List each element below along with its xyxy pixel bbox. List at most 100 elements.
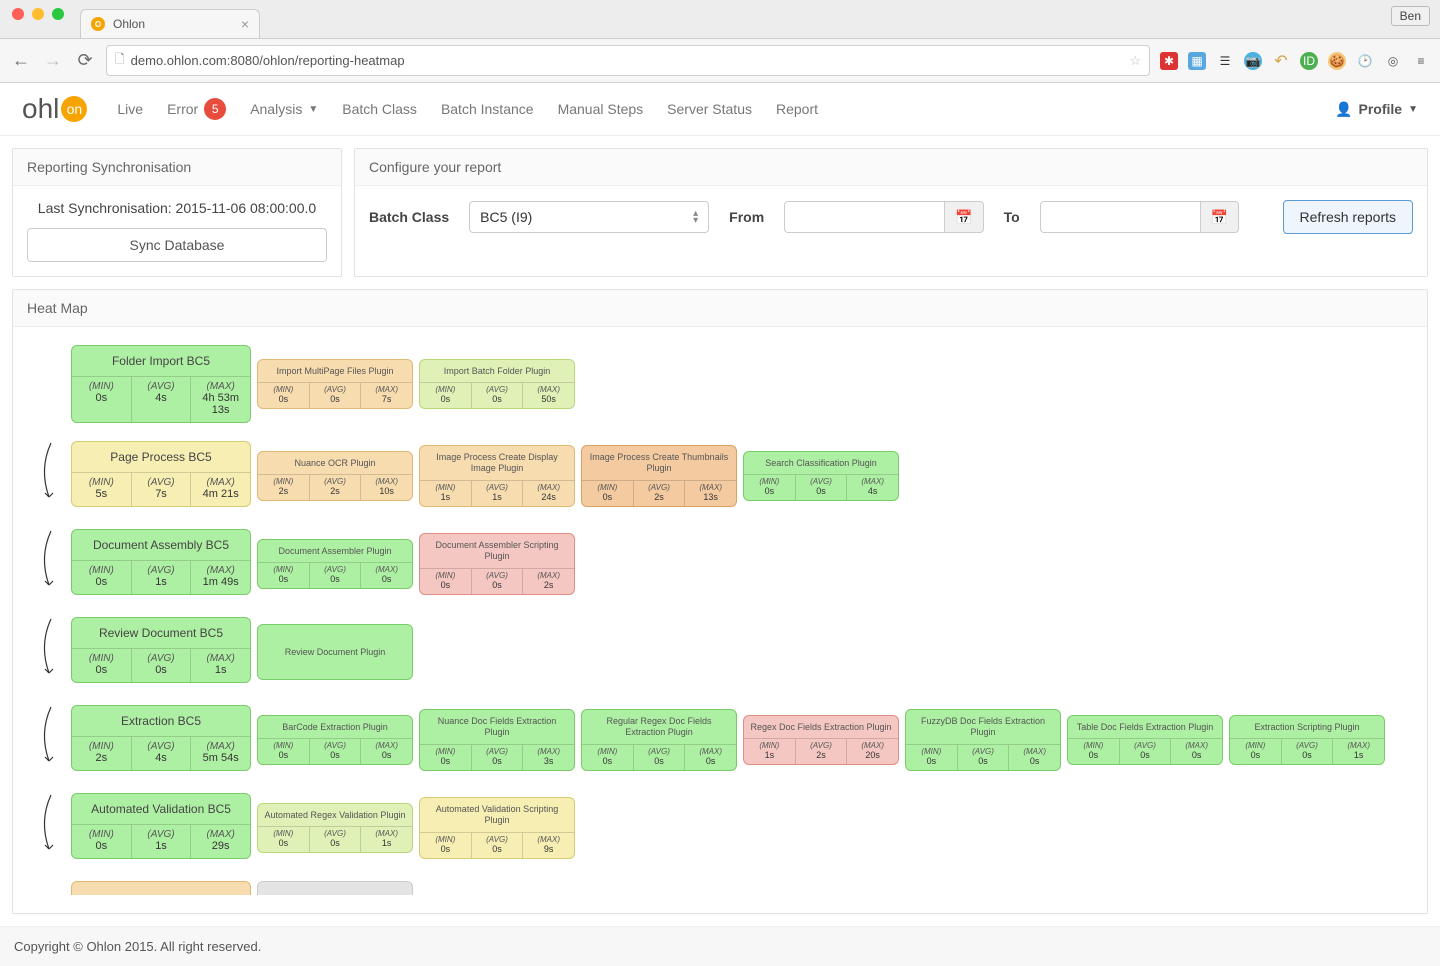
tab-close-icon[interactable]: × xyxy=(241,16,249,32)
from-date-input[interactable] xyxy=(784,201,944,233)
stage-title: Extraction BC5 xyxy=(72,706,250,736)
nav-live[interactable]: Live xyxy=(117,98,143,120)
site-info-icon[interactable]: 🗋 xyxy=(115,50,125,71)
stage-card[interactable]: Page Process BC5 (MIN)5s (AVG)7s (MAX)4m… xyxy=(71,441,251,507)
sync-panel-title: Reporting Synchronisation xyxy=(13,149,341,186)
plugin-card[interactable]: Review Document Plugin xyxy=(257,624,413,680)
plugin-card[interactable]: Image Process Create Display Image Plugi… xyxy=(419,445,575,507)
plugin-title: Review Document Plugin xyxy=(281,641,390,664)
plugin-card[interactable]: Automated Regex Validation Plugin (MIN)0… xyxy=(257,803,413,854)
plugin-card[interactable]: Table Doc Fields Extraction Plugin (MIN)… xyxy=(1067,715,1223,766)
bookmark-star-icon[interactable]: ☆ xyxy=(1129,53,1141,69)
caret-down-icon: ▼ xyxy=(308,104,318,115)
plugin-card[interactable]: Nuance Doc Fields Extraction Plugin (MIN… xyxy=(419,709,575,771)
plugin-title: Nuance Doc Fields Extraction Plugin xyxy=(420,710,574,744)
nav-server-status[interactable]: Server Status xyxy=(667,98,752,120)
window-close-icon[interactable] xyxy=(12,8,24,20)
nav-batch-class[interactable]: Batch Class xyxy=(342,98,417,120)
calendar-icon: 📅 xyxy=(1211,209,1228,226)
nav-reload-icon[interactable]: ⟳ xyxy=(74,50,96,71)
browser-chrome: O Ohlon × Ben ← → ⟳ 🗋 demo.ohlon.com:808… xyxy=(0,0,1440,83)
plugin-title: Import MultiPage Files Plugin xyxy=(258,360,412,383)
brand-logo[interactable]: ohlon xyxy=(22,93,87,125)
favicon-icon: O xyxy=(91,17,105,31)
config-panel-title: Configure your report xyxy=(355,149,1427,186)
nav-error[interactable]: Error 5 xyxy=(167,98,226,120)
nav-report[interactable]: Report xyxy=(776,98,818,120)
plugin-title: Automated Validation Scripting Plugin xyxy=(420,798,574,832)
stage-card[interactable]: Automated Validation BC5 (MIN)0s (AVG)1s… xyxy=(71,793,251,859)
nav-analysis-label: Analysis xyxy=(250,101,302,117)
stage-card[interactable]: Review Document BC5 (MIN)0s (AVG)0s (MAX… xyxy=(71,617,251,683)
extension-icon[interactable]: ◎ xyxy=(1384,52,1402,70)
url-text: demo.ohlon.com:8080/ohlon/reporting-heat… xyxy=(131,53,405,68)
plugin-title: Document Assembler Scripting Plugin xyxy=(420,534,574,568)
flow-arrow-icon xyxy=(37,793,65,863)
stage-card[interactable]: Folder Import BC5 (MIN)0s (AVG)4s (MAX)4… xyxy=(71,345,251,423)
plugin-card[interactable]: Import Batch Folder Plugin (MIN)0s (AVG)… xyxy=(419,359,575,410)
stage-title: Automated Validation BC5 xyxy=(72,794,250,824)
browser-tab[interactable]: O Ohlon × xyxy=(80,9,260,38)
plugin-card[interactable]: Import MultiPage Files Plugin (MIN)0s (A… xyxy=(257,359,413,410)
extension-icon[interactable]: ✱ xyxy=(1160,52,1178,70)
flow-arrow-icon xyxy=(37,441,65,511)
user-icon: 👤 xyxy=(1335,101,1352,118)
caret-down-icon: ▼ xyxy=(1408,104,1418,115)
heatmap-row-partial xyxy=(37,881,1417,895)
plugin-card[interactable]: Regex Doc Fields Extraction Plugin (MIN)… xyxy=(743,715,899,766)
nav-back-icon[interactable]: ← xyxy=(10,50,32,71)
plugin-title: Search Classification Plugin xyxy=(744,452,898,475)
chrome-profile-badge[interactable]: Ben xyxy=(1391,6,1430,26)
profile-label: Profile xyxy=(1359,101,1403,117)
plugin-card[interactable]: Regular Regex Doc Fields Extraction Plug… xyxy=(581,709,737,771)
extension-icon[interactable]: 🍪 xyxy=(1328,52,1346,70)
plugin-card[interactable]: Automated Validation Scripting Plugin (M… xyxy=(419,797,575,859)
plugin-card[interactable]: BarCode Extraction Plugin (MIN)0s (AVG)0… xyxy=(257,715,413,766)
plugin-card[interactable]: Document Assembler Scripting Plugin (MIN… xyxy=(419,533,575,595)
heatmap-row: Automated Validation BC5 (MIN)0s (AVG)1s… xyxy=(37,793,1417,863)
sync-database-button[interactable]: Sync Database xyxy=(27,228,327,262)
extension-icon[interactable]: 📷 xyxy=(1244,52,1262,70)
window-minimize-icon[interactable] xyxy=(32,8,44,20)
plugin-title: Document Assembler Plugin xyxy=(258,540,412,563)
extension-icon[interactable]: ▦ xyxy=(1188,52,1206,70)
plugin-card[interactable] xyxy=(257,881,413,895)
stage-card[interactable]: Document Assembly BC5 (MIN)0s (AVG)1s (M… xyxy=(71,529,251,595)
nav-manual-steps[interactable]: Manual Steps xyxy=(558,98,644,120)
extension-icon[interactable]: ID xyxy=(1300,52,1318,70)
plugin-card[interactable]: FuzzyDB Doc Fields Extraction Plugin (MI… xyxy=(905,709,1061,771)
plugin-title: FuzzyDB Doc Fields Extraction Plugin xyxy=(906,710,1060,744)
plugin-card[interactable]: Extraction Scripting Plugin (MIN)0s (AVG… xyxy=(1229,715,1385,766)
select-arrows-icon: ▴▾ xyxy=(693,210,698,224)
heatmap-row: Page Process BC5 (MIN)5s (AVG)7s (MAX)4m… xyxy=(37,441,1417,511)
batch-class-select[interactable]: BC5 (I9) ▴▾ xyxy=(469,201,709,233)
from-label: From xyxy=(729,209,764,225)
stage-card[interactable] xyxy=(71,881,251,895)
address-bar[interactable]: 🗋 demo.ohlon.com:8080/ohlon/reporting-he… xyxy=(106,45,1150,76)
plugin-card[interactable]: Search Classification Plugin (MIN)0s (AV… xyxy=(743,451,899,502)
plugin-card[interactable]: Nuance OCR Plugin (MIN)2s (AVG)2s (MAX)1… xyxy=(257,451,413,502)
window-zoom-icon[interactable] xyxy=(52,8,64,20)
to-date-input[interactable] xyxy=(1040,201,1200,233)
flow-arrow-icon xyxy=(37,529,65,599)
nav-analysis[interactable]: Analysis ▼ xyxy=(250,98,318,120)
hamburger-menu-icon[interactable]: ≡ xyxy=(1412,52,1430,70)
extension-icon[interactable]: ↶ xyxy=(1272,52,1290,70)
stage-card[interactable]: Extraction BC5 (MIN)2s (AVG)4s (MAX)5m 5… xyxy=(71,705,251,771)
plugin-title: Image Process Create Display Image Plugi… xyxy=(420,446,574,480)
plugin-card[interactable]: Image Process Create Thumbnails Plugin (… xyxy=(581,445,737,507)
stage-title: Document Assembly BC5 xyxy=(72,530,250,560)
plugin-card[interactable]: Document Assembler Plugin (MIN)0s (AVG)0… xyxy=(257,539,413,590)
refresh-reports-button[interactable]: Refresh reports xyxy=(1283,200,1413,234)
profile-menu[interactable]: 👤 Profile ▼ xyxy=(1335,101,1418,118)
extension-icon[interactable]: 🕑 xyxy=(1356,52,1374,70)
to-calendar-button[interactable]: 📅 xyxy=(1200,201,1239,233)
heatmap-row: Review Document BC5 (MIN)0s (AVG)0s (MAX… xyxy=(37,617,1417,687)
nav-batch-instance[interactable]: Batch Instance xyxy=(441,98,534,120)
extension-icon[interactable]: ☰ xyxy=(1216,52,1234,70)
plugin-title: BarCode Extraction Plugin xyxy=(258,716,412,739)
plugin-title: Table Doc Fields Extraction Plugin xyxy=(1068,716,1222,739)
from-calendar-button[interactable]: 📅 xyxy=(944,201,983,233)
to-label: To xyxy=(1004,209,1020,225)
sync-panel: Reporting Synchronisation Last Synchroni… xyxy=(12,148,342,277)
